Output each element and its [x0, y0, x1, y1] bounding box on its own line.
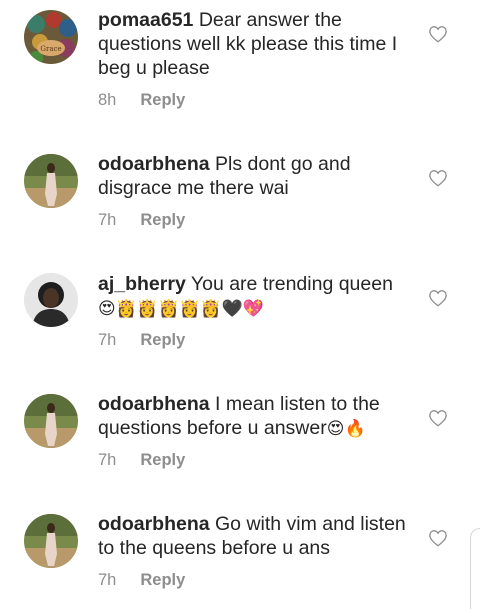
username-link[interactable]: odoarbhena [98, 393, 210, 415]
emoji-string: 😍👸👸👸👸👸🖤💖 [98, 299, 264, 319]
heart-outline-icon[interactable] [428, 25, 448, 43]
avatar-image [24, 154, 78, 208]
username-link[interactable]: pomaa651 [98, 9, 193, 31]
comment-time: 7h [98, 451, 117, 469]
heart-outline-icon[interactable] [428, 529, 448, 547]
comment-text: odoarbhena Go with vim and listen to the… [98, 512, 408, 560]
avatar-image [24, 394, 78, 448]
avatar-image [24, 514, 78, 568]
svg-text:Grace: Grace [40, 45, 61, 53]
overlay-panel-edge [470, 528, 480, 609]
avatar-image [24, 273, 78, 327]
avatar[interactable] [24, 394, 78, 448]
avatar[interactable]: Grace [24, 10, 78, 64]
comment-meta: 7h Reply [98, 211, 185, 230]
comment-time: 7h [98, 571, 117, 589]
avatar[interactable] [24, 154, 78, 208]
username-link[interactable]: odoarbhena [98, 513, 210, 535]
heart-outline-icon[interactable] [428, 289, 448, 307]
reply-button[interactable]: Reply [140, 451, 185, 469]
username-link[interactable]: odoarbhena [98, 153, 210, 175]
comment-text: aj_bherry You are trending queen 😍👸👸👸👸👸🖤… [98, 272, 408, 321]
heart-outline-icon[interactable] [428, 169, 448, 187]
comment-text: pomaa651 Dear answer the questions well … [98, 8, 408, 80]
reply-button[interactable]: Reply [140, 331, 185, 349]
comment-body: You are trending queen [190, 273, 393, 295]
comment-meta: 7h Reply [98, 331, 185, 350]
avatar[interactable] [24, 514, 78, 568]
emoji-string: 😍🔥 [326, 419, 366, 439]
comment-text: odoarbhena Pls dont go and disgrace me t… [98, 152, 408, 200]
username-link[interactable]: aj_bherry [98, 273, 186, 295]
comment-text: odoarbhena I mean listen to the question… [98, 392, 408, 441]
avatar[interactable] [24, 273, 78, 327]
avatar-image: Grace [24, 10, 78, 64]
reply-button[interactable]: Reply [140, 91, 185, 109]
comment-time: 7h [98, 211, 117, 229]
comment-meta: 7h Reply [98, 451, 185, 470]
reply-button[interactable]: Reply [140, 211, 185, 229]
reply-button[interactable]: Reply [140, 571, 185, 589]
comment-meta: 7h Reply [98, 571, 185, 590]
comment-time: 8h [98, 91, 117, 109]
comment-time: 7h [98, 331, 117, 349]
heart-outline-icon[interactable] [428, 409, 448, 427]
comment-meta: 8h Reply [98, 91, 185, 110]
